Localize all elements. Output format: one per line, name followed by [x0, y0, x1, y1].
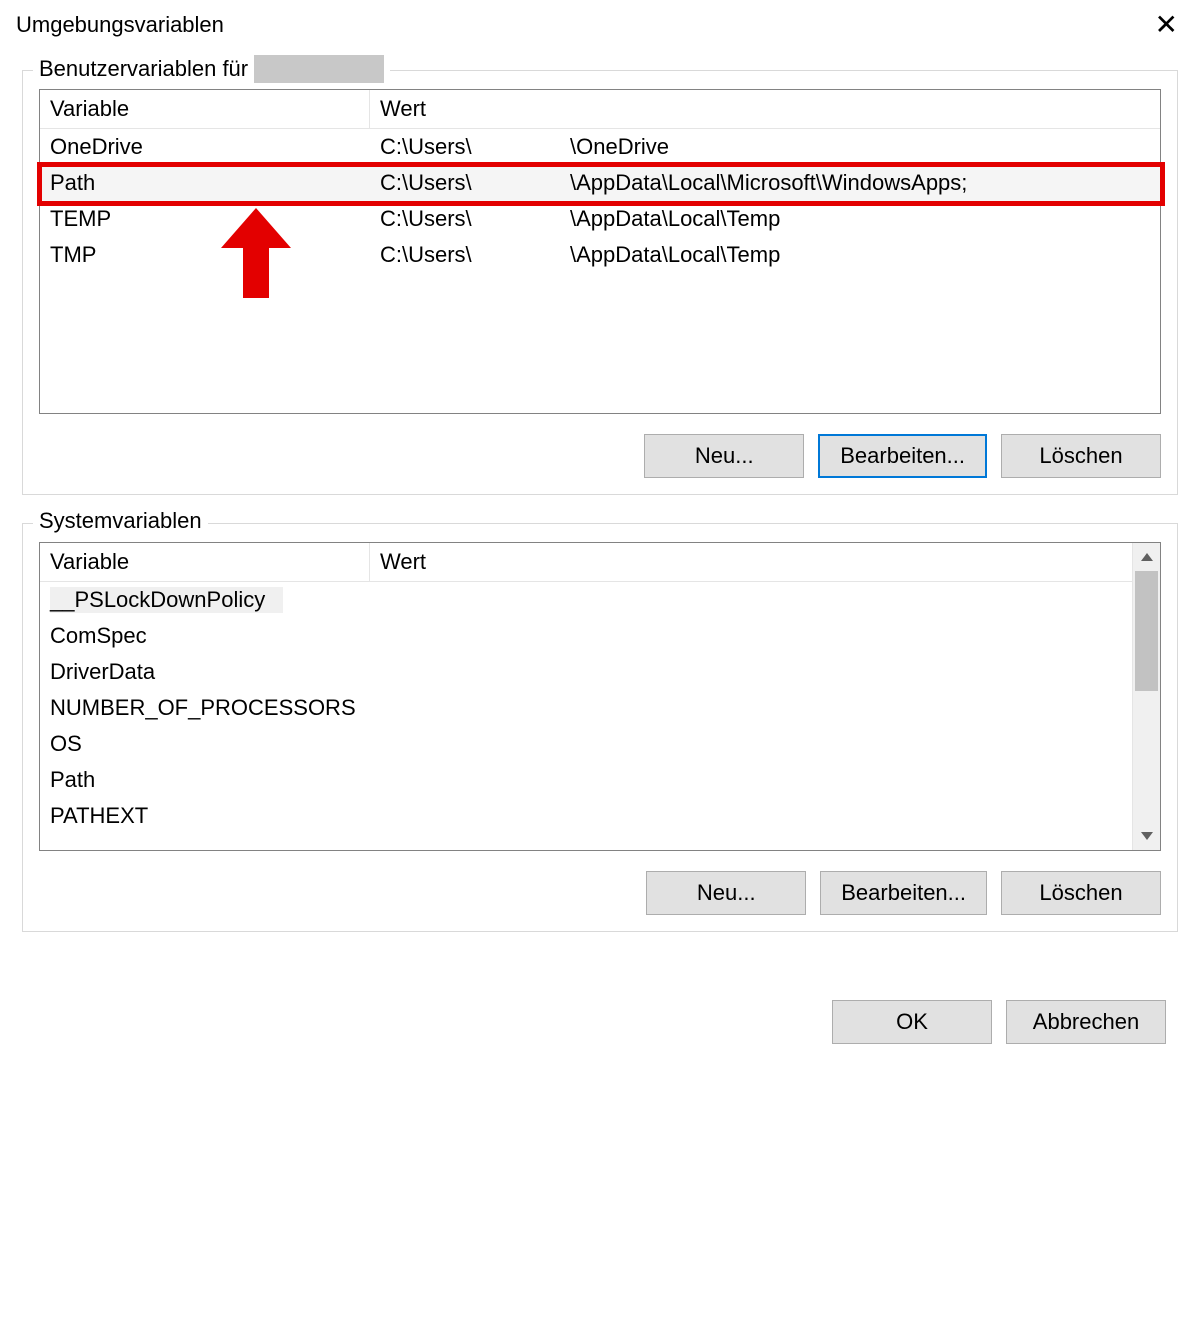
system-variables-group: Systemvariablen Variable Wert __PSLockDo… [22, 523, 1178, 932]
table-header: Variable Wert [40, 543, 1132, 582]
scroll-down-icon[interactable] [1133, 822, 1160, 850]
cell-variable: __PSLockDownPolicy [40, 584, 370, 616]
table-row[interactable]: Path [40, 762, 1132, 798]
cell-variable: PATHEXT [40, 800, 370, 832]
user-delete-button[interactable]: Löschen [1001, 434, 1161, 478]
system-new-button[interactable]: Neu... [646, 871, 806, 915]
col-variable[interactable]: Variable [40, 90, 370, 128]
user-button-row: Neu... Bearbeiten... Löschen [39, 434, 1161, 478]
table-header: Variable Wert [40, 90, 1160, 129]
user-edit-button[interactable]: Bearbeiten... [818, 434, 987, 478]
scroll-track[interactable] [1133, 571, 1160, 822]
cell-value-prefix: C:\Users\ [370, 239, 560, 271]
user-rows: OneDriveC:\Users\\OneDrivePathC:\Users\\… [40, 129, 1160, 273]
system-button-row: Neu... Bearbeiten... Löschen [39, 871, 1161, 915]
scroll-up-icon[interactable] [1133, 543, 1160, 571]
system-rows: __PSLockDownPolicy ComSpec DriverData NUMBE… [40, 582, 1132, 850]
dialog-body: Benutzervariablen für Variable Wert OneD… [0, 50, 1200, 970]
cell-value-suffix: \AppData\Local\Microsoft\WindowsApps; [560, 167, 1160, 199]
cell-value [370, 584, 1132, 616]
table-empty-area [40, 273, 1160, 413]
ok-button[interactable]: OK [832, 1000, 992, 1044]
cell-value [370, 800, 1132, 832]
col-value[interactable]: Wert [370, 543, 1132, 581]
cell-variable: ComSpec [40, 620, 370, 652]
window-title: Umgebungsvariablen [16, 12, 224, 38]
table-row[interactable]: PathC:\Users\\AppData\Local\Microsoft\Wi… [40, 165, 1160, 201]
table-row[interactable]: PATHEXT [40, 798, 1132, 834]
user-legend-text: Benutzervariablen für [39, 56, 248, 82]
user-variables-legend: Benutzervariablen für [33, 55, 390, 83]
user-variables-group: Benutzervariablen für Variable Wert OneD… [22, 70, 1178, 495]
cell-variable: TMP [40, 239, 370, 271]
cell-value [370, 692, 1132, 724]
cell-variable: DriverData [40, 656, 370, 688]
system-legend-text: Systemvariablen [39, 508, 202, 534]
cell-value-suffix: \OneDrive [560, 131, 1160, 163]
cell-variable: Path [40, 167, 370, 199]
system-variables-table[interactable]: Variable Wert __PSLockDownPolicy ComSpec D… [39, 542, 1161, 851]
scroll-thumb[interactable] [1135, 571, 1158, 691]
cell-value [370, 764, 1132, 796]
cell-value-suffix: \AppData\Local\Temp [560, 203, 1160, 235]
user-variables-table[interactable]: Variable Wert OneDriveC:\Users\\OneDrive… [39, 89, 1161, 414]
col-variable[interactable]: Variable [40, 543, 370, 581]
cell-variable: NUMBER_OF_PROCESSORS [40, 692, 370, 724]
cell-value [370, 620, 1132, 652]
table-row-partial [40, 834, 1132, 850]
table-row[interactable]: DriverData [40, 654, 1132, 690]
close-icon[interactable]: ✕ [1145, 7, 1188, 43]
system-edit-button[interactable]: Bearbeiten... [820, 871, 987, 915]
table-row[interactable]: ComSpec [40, 618, 1132, 654]
cell-value [370, 728, 1132, 760]
cell-variable: OneDrive [40, 131, 370, 163]
table-row[interactable]: OneDriveC:\Users\\OneDrive [40, 129, 1160, 165]
titlebar: Umgebungsvariablen ✕ [0, 0, 1200, 50]
table-row[interactable]: __PSLockDownPolicy [40, 582, 1132, 618]
cell-value-prefix: C:\Users\ [370, 167, 560, 199]
cell-value-prefix: C:\Users\ [370, 131, 560, 163]
system-delete-button[interactable]: Löschen [1001, 871, 1161, 915]
cell-value-suffix: \AppData\Local\Temp [560, 239, 1160, 271]
user-new-button[interactable]: Neu... [644, 434, 804, 478]
dialog-footer: OK Abbrechen [0, 970, 1200, 1064]
system-variables-legend: Systemvariablen [33, 508, 208, 534]
table-row[interactable]: TEMPC:\Users\\AppData\Local\Temp [40, 201, 1160, 237]
table-row[interactable]: OS [40, 726, 1132, 762]
cell-variable: Path [40, 764, 370, 796]
cell-value-prefix: C:\Users\ [370, 203, 560, 235]
cell-value [370, 656, 1132, 688]
table-row[interactable]: NUMBER_OF_PROCESSORS [40, 690, 1132, 726]
redacted-username [254, 55, 384, 83]
table-row[interactable]: TMPC:\Users\\AppData\Local\Temp [40, 237, 1160, 273]
cancel-button[interactable]: Abbrechen [1006, 1000, 1166, 1044]
col-value[interactable]: Wert [370, 90, 1160, 128]
cell-variable: OS [40, 728, 370, 760]
cell-variable: TEMP [40, 203, 370, 235]
scrollbar[interactable] [1132, 543, 1160, 850]
